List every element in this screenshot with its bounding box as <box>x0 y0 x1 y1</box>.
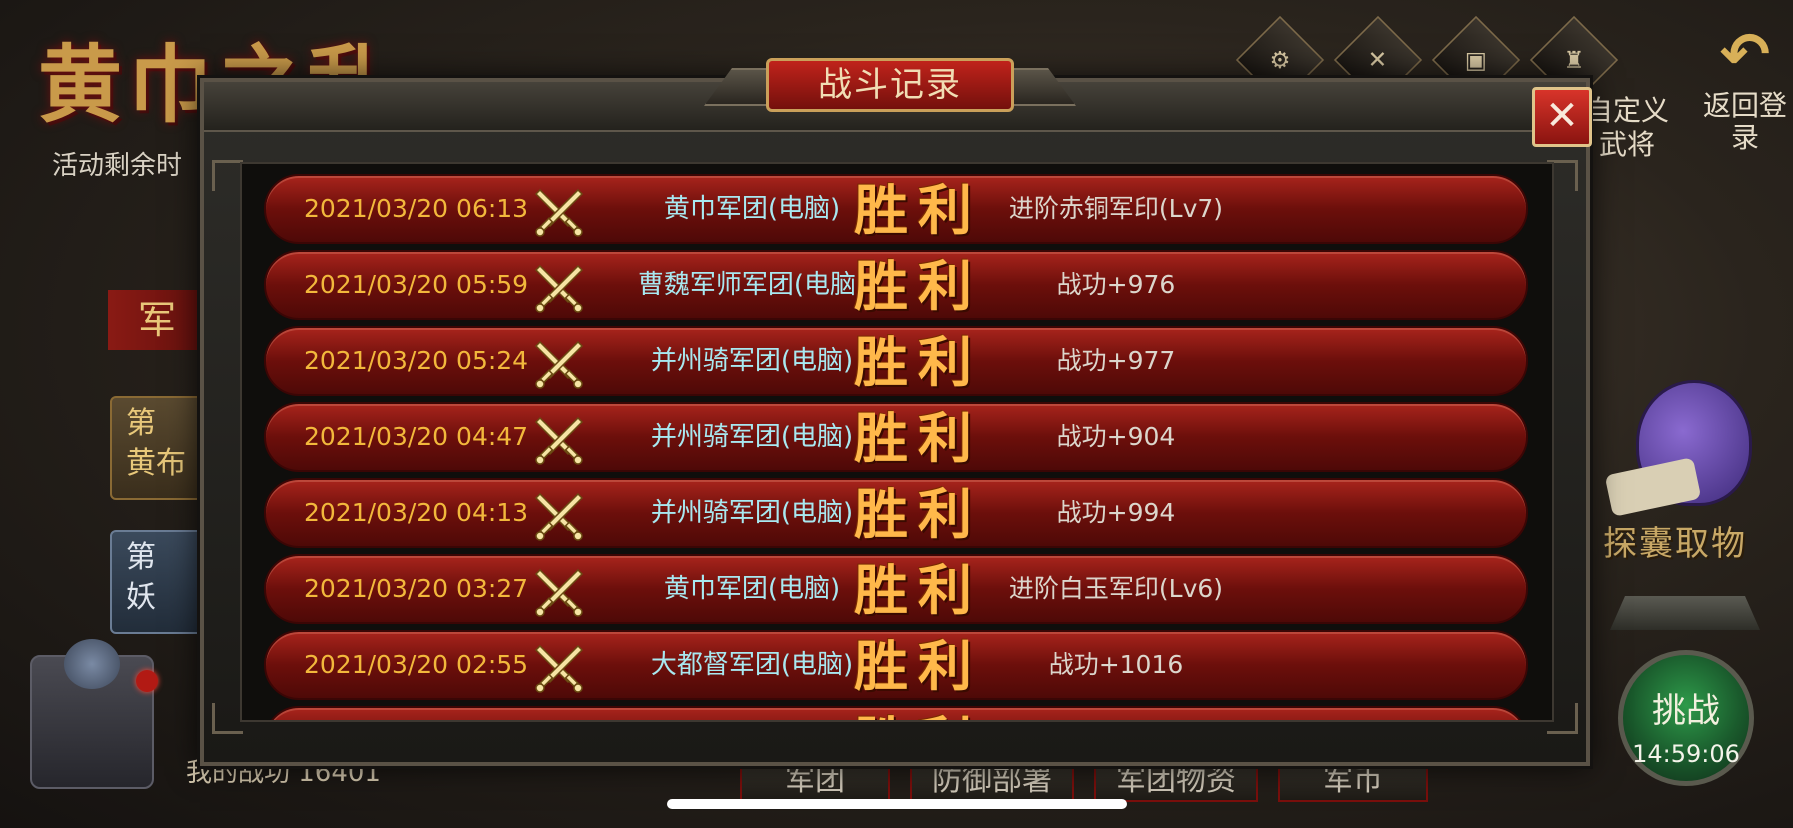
fortress-icon-glyph: ⚙ <box>1269 46 1291 74</box>
crossed-swords-icon <box>534 568 584 617</box>
record-reward: 战功+1016 <box>1048 650 1184 679</box>
record-row[interactable]: 2021/03/20 05:59 曹魏军师军团(电脑) 胜利 战功+976 <box>264 250 1528 320</box>
record-time: 2021/03/20 04:13 <box>304 498 529 527</box>
event-timer-label: 活动剩余时 <box>52 151 183 181</box>
crossed-swords-icon <box>534 492 584 541</box>
scroll-icon <box>1604 457 1702 517</box>
record-time: 2021/03/20 04:47 <box>304 422 529 451</box>
custom-general-label[interactable]: 自定义武将 <box>1582 94 1672 162</box>
return-arrow-icon: ↶ <box>1719 20 1771 90</box>
corner-ornament-tl <box>212 160 243 191</box>
record-row[interactable]: 2021/03/20 03:27 黄巾军团(电脑) 胜利 进阶白玉军印(Lv6) <box>264 554 1528 624</box>
close-button[interactable]: ✕ <box>1532 87 1592 147</box>
pavilion-roof-icon <box>1610 596 1760 630</box>
tab-defense-deploy[interactable]: 防御部署 <box>910 760 1074 802</box>
record-time: 2021/03/20 06:13 <box>304 194 529 223</box>
crossed-swords-icon-glyph: ✕ <box>1368 46 1388 74</box>
battle-record-modal: 战斗记录 ✕ 2021/03/20 06:13 黄巾军团(电脑) 胜利 进阶赤铜… <box>200 58 1592 766</box>
close-icon: ✕ <box>1545 93 1579 139</box>
record-row[interactable]: 西我不能之惠团团(际 胜利 <box>264 706 1528 722</box>
record-time: 2021/03/20 05:24 <box>304 346 529 375</box>
record-reward: 战功+994 <box>1056 498 1176 527</box>
record-row[interactable]: 2021/03/20 06:13 黄巾军团(电脑) 胜利 进阶赤铜军印(Lv7) <box>264 174 1528 244</box>
crossed-swords-icon <box>532 716 586 722</box>
general-icon-glyph: ♜ <box>1563 46 1585 74</box>
record-row[interactable]: 2021/03/20 04:13 并州骑军团(电脑) 胜利 战功+994 <box>264 478 1528 548</box>
challenge-timer: 14:59:06 <box>1632 740 1740 768</box>
modal-title: 战斗记录 <box>766 58 1014 112</box>
record-row[interactable]: 2021/03/20 04:47 并州骑军团(电脑) 胜利 战功+904 <box>264 402 1528 472</box>
return-login-button[interactable]: ↶ 返回登录 <box>1700 20 1790 154</box>
record-reward: 战功+977 <box>1056 346 1176 375</box>
crossed-swords-icon <box>534 264 584 313</box>
pouch-label[interactable]: 探囊取物 <box>1603 516 1747 565</box>
record-list-scroll[interactable]: 2021/03/20 06:13 黄巾军团(电脑) 胜利 进阶赤铜军印(Lv7)… <box>240 162 1554 722</box>
tab-legion-coins[interactable]: 军币 <box>1278 760 1428 802</box>
record-time: 2021/03/20 02:55 <box>304 650 529 679</box>
seal-icon[interactable] <box>30 639 154 789</box>
crossed-swords-icon <box>534 416 584 465</box>
crossed-swords-icon <box>534 340 584 389</box>
record-reward: 战功+904 <box>1056 422 1176 451</box>
record-reward: 战功+976 <box>1056 270 1176 299</box>
home-indicator[interactable] <box>667 799 1127 809</box>
record-reward: 进阶白玉军印(Lv6) <box>1008 574 1224 603</box>
corner-ornament-bl <box>212 703 243 734</box>
record-result: 胜利 <box>854 710 982 720</box>
record-row[interactable]: 2021/03/20 02:55 大都督军团(电脑) 胜利 战功+1016 <box>264 630 1528 700</box>
challenge-label: 挑战 <box>1652 691 1720 731</box>
tab-legion[interactable]: 军团 <box>740 760 890 802</box>
notification-dot <box>136 670 158 692</box>
return-login-label: 返回登录 <box>1702 89 1787 154</box>
record-reward: 进阶赤铜军印(Lv7) <box>1008 194 1224 223</box>
crossed-swords-icon <box>534 644 584 693</box>
record-time: 2021/03/20 03:27 <box>304 574 529 603</box>
bottom-tab-bar: 军团 防御部署 军团物资 军币 <box>740 760 1428 802</box>
tab-legion-supplies[interactable]: 军团物资 <box>1094 760 1258 802</box>
challenge-button[interactable]: 挑战 14:59:06 <box>1618 650 1754 786</box>
banner-icon-glyph: ▣ <box>1464 46 1488 74</box>
record-list: 2021/03/20 06:13 黄巾军团(电脑) 胜利 进阶赤铜军印(Lv7)… <box>264 174 1528 722</box>
crossed-swords-icon <box>534 188 584 237</box>
record-time: 2021/03/20 05:59 <box>304 270 529 299</box>
record-row[interactable]: 2021/03/20 05:24 并州骑军团(电脑) 胜利 战功+977 <box>264 326 1528 396</box>
